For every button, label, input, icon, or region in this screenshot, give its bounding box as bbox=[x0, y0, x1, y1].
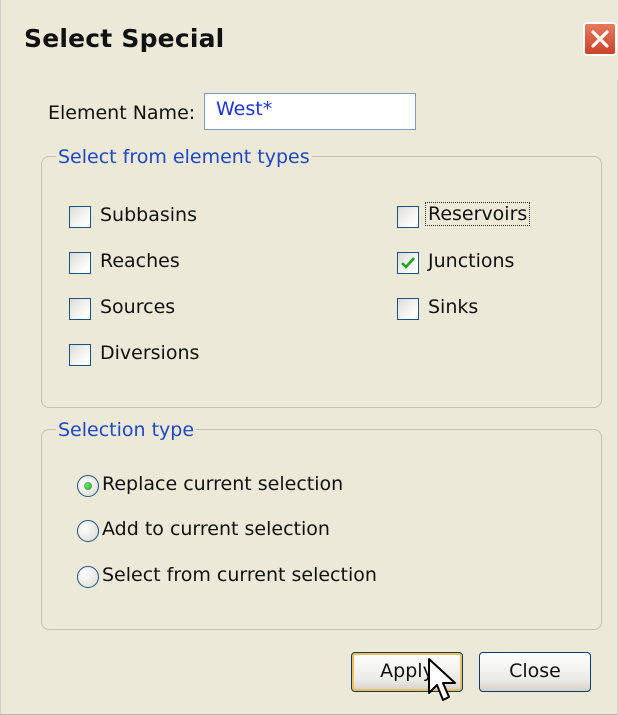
radio-selected-dot bbox=[84, 482, 92, 490]
checkmark-icon bbox=[401, 257, 415, 269]
window-title: Select Special bbox=[24, 24, 225, 53]
sinks-checkbox[interactable] bbox=[397, 298, 419, 320]
diversions-checkbox[interactable] bbox=[69, 344, 91, 366]
junctions-checkbox[interactable] bbox=[397, 252, 419, 274]
element-types-legend: Select from element types bbox=[56, 146, 312, 168]
diversions-label: Diversions bbox=[100, 342, 200, 364]
close-icon bbox=[591, 30, 609, 48]
subbasins-label: Subbasins bbox=[100, 204, 197, 226]
reaches-label: Reaches bbox=[100, 250, 180, 272]
select-special-dialog: Select Special Element Name: West* Selec… bbox=[0, 0, 618, 715]
element-types-group bbox=[41, 156, 602, 408]
element-name-label: Element Name: bbox=[48, 102, 196, 124]
reservoirs-checkbox[interactable] bbox=[397, 206, 419, 228]
close-button[interactable]: Close bbox=[479, 652, 591, 692]
add-selection-label: Add to current selection bbox=[102, 518, 330, 540]
reservoirs-label: Reservoirs bbox=[425, 202, 531, 226]
add-selection-radio[interactable] bbox=[77, 520, 99, 542]
junctions-label: Junctions bbox=[428, 250, 515, 272]
sources-checkbox[interactable] bbox=[69, 298, 91, 320]
title-bar: Select Special bbox=[1, 0, 618, 80]
sources-label: Sources bbox=[100, 296, 176, 318]
subbasins-checkbox[interactable] bbox=[69, 206, 91, 228]
close-window-button[interactable] bbox=[583, 22, 617, 56]
element-name-input[interactable]: West* bbox=[204, 93, 416, 130]
sinks-label: Sinks bbox=[428, 296, 479, 318]
replace-selection-radio[interactable] bbox=[77, 475, 99, 497]
arrow-cursor-icon bbox=[428, 658, 456, 701]
select-from-selection-radio[interactable] bbox=[77, 566, 99, 588]
reaches-checkbox[interactable] bbox=[69, 252, 91, 274]
selection-type-legend: Selection type bbox=[56, 419, 197, 441]
replace-selection-label: Replace current selection bbox=[102, 473, 344, 495]
select-from-selection-label: Select from current selection bbox=[102, 564, 377, 586]
